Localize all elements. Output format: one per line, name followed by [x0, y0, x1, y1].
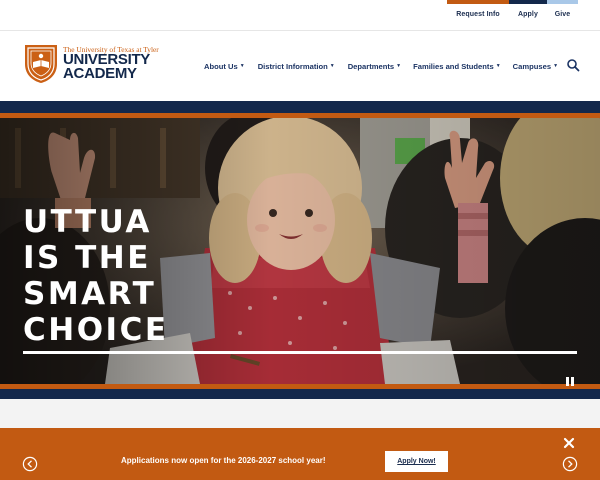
nav-item-label: Departments — [347, 61, 395, 71]
chevron-down-icon: ▼ — [553, 63, 559, 69]
chevron-down-icon: ▼ — [396, 63, 402, 69]
nav-item-about-us[interactable]: About Us ▼ — [204, 62, 245, 71]
utility-link-request-info[interactable]: Request Info — [447, 0, 509, 22]
pause-bar — [571, 377, 574, 386]
utility-link-label: Give — [554, 11, 571, 18]
nav-item-district-information[interactable]: District Information ▼ — [258, 62, 335, 71]
arrow-right-circle-icon[interactable] — [562, 456, 578, 472]
hero-headline-line: UTTUA — [23, 204, 152, 240]
chevron-down-icon: ▼ — [495, 63, 501, 69]
nav-item-label: District Information — [257, 61, 328, 71]
nav-item-label: Campuses — [512, 61, 552, 71]
site-logo[interactable]: The University of Texas at Tyler UNIVERS… — [23, 42, 168, 86]
nav-item-label: Families and Students — [413, 61, 494, 71]
utility-link-bar — [547, 0, 578, 4]
hero-divider-line — [23, 351, 577, 354]
close-icon[interactable] — [562, 436, 576, 450]
apply-now-button[interactable]: Apply Now! — [385, 451, 448, 472]
utility-link-label: Apply — [518, 11, 538, 18]
announcement-message: Applications now open for the 2026-2027 … — [121, 456, 326, 465]
nav-item-departments[interactable]: Departments ▼ — [348, 62, 401, 71]
search-icon[interactable] — [566, 58, 580, 72]
utility-link-apply[interactable]: Apply — [509, 0, 547, 22]
utility-link-give[interactable]: Give — [547, 0, 578, 22]
utility-link-bar — [447, 0, 509, 4]
academy-seal-icon — [25, 45, 57, 83]
hero-headline-line: SMART — [23, 276, 157, 312]
utility-link-bar — [509, 0, 547, 4]
hero-headline-line: IS THE — [23, 240, 151, 276]
hero-top-band — [0, 101, 600, 113]
nav-item-label: About Us — [204, 61, 238, 71]
pause-icon[interactable] — [563, 376, 577, 388]
page: Request Info Apply Give The University o… — [0, 0, 600, 480]
nav-item-families-and-students[interactable]: Families and Students ▼ — [413, 62, 501, 71]
content-strip — [0, 399, 600, 428]
main-nav: About Us ▼ District Information ▼ Departme… — [204, 60, 558, 72]
announcement-banner: Applications now open for the 2026-2027 … — [0, 428, 600, 480]
chevron-down-icon: ▼ — [329, 63, 335, 69]
arrow-left-circle-icon[interactable] — [22, 456, 38, 472]
utility-nav: Request Info Apply Give — [0, 0, 600, 30]
hero-headline: UTTUA IS THE SMART CHOICE — [23, 204, 223, 348]
header-divider — [0, 30, 600, 31]
hero-headline-line: CHOICE — [23, 312, 169, 348]
utility-link-label: Request Info — [456, 11, 500, 18]
logo-word-academy: ACADEMY — [63, 65, 137, 82]
pause-bar — [566, 377, 569, 386]
hero-bottom-band — [0, 389, 600, 399]
nav-item-campuses[interactable]: Campuses ▼ — [513, 62, 558, 71]
chevron-down-icon: ▼ — [239, 63, 245, 69]
